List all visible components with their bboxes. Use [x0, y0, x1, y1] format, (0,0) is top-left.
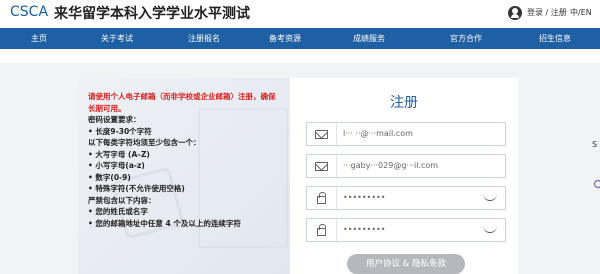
- email-value: l··· ··@···mail.com: [343, 129, 413, 138]
- rule-line: • 长度9-30个字符: [88, 126, 152, 136]
- register-form: 注册 l··· ··@···mail.com ···gaby···029@g··…: [290, 78, 518, 274]
- agreement-button[interactable]: 用户协议 & 隐私条款: [347, 254, 465, 274]
- nav-item-official-partners[interactable]: 官方合作: [431, 28, 501, 49]
- rule-line: • 小写字母(a-z): [88, 161, 145, 170]
- user-icon: [508, 6, 522, 20]
- lock-icon: [307, 187, 337, 209]
- nav-item-prep-resources[interactable]: 备考资源: [250, 28, 320, 49]
- rule-line: 密码设置要求：: [88, 115, 141, 124]
- side-widget-icon[interactable]: [594, 180, 600, 188]
- eye-closed-icon[interactable]: [483, 226, 497, 233]
- side-widget-label[interactable]: S: [592, 140, 597, 149]
- confirm-password-field[interactable]: •••••••••: [306, 218, 506, 242]
- rule-line: • 大写字母 (A–Z): [88, 149, 150, 159]
- password-field[interactable]: •••••••••: [306, 186, 506, 210]
- rule-line: • 您的邮箱地址中任意 4 个及以上的连续字符: [88, 218, 241, 228]
- confirm-email-field[interactable]: ···gaby···029@g···il.com: [306, 154, 506, 178]
- email-field[interactable]: l··· ··@···mail.com: [306, 122, 506, 146]
- confirm-password-value: •••••••••: [343, 225, 386, 234]
- rule-line: • 特殊字符(不允许使用空格): [88, 184, 185, 193]
- password-value: •••••••••: [343, 193, 386, 202]
- form-title: 注册: [390, 95, 418, 111]
- lock-icon: [307, 219, 337, 241]
- nav-item-about-exam[interactable]: 关于考试: [82, 28, 152, 49]
- logo[interactable]: CSCA: [10, 4, 48, 20]
- email-warning: 请使用个人电子邮箱（而非学校或企业邮箱）注册，确保长期可用。: [88, 92, 276, 113]
- rule-line: • 数字(0-9): [88, 172, 131, 182]
- nav-item-admissions[interactable]: 招生信息: [520, 28, 590, 49]
- rule-line: 以下每类字符均须至少包含一个：: [88, 138, 201, 147]
- mail-icon: [307, 123, 337, 145]
- site-title: 来华留学本科入学学业水平测试: [54, 6, 250, 22]
- main-nav: 主页 关于考试 注册报名 备考资源 成绩服务 官方合作 招生信息: [0, 28, 600, 49]
- mail-icon: [307, 155, 337, 177]
- nav-item-score-services[interactable]: 成绩服务: [334, 28, 404, 49]
- login-register-link[interactable]: 登录 / 注册: [527, 7, 567, 18]
- top-bar: CSCA 来华留学本科入学学业水平测试 登录 / 注册 中/EN: [0, 0, 600, 28]
- rule-line: • 您的姓氏或名字: [88, 207, 148, 216]
- password-rules-panel: 请使用个人电子邮箱（而非学校或企业邮箱）注册，确保长期可用。 密码设置要求： •…: [78, 78, 290, 274]
- nav-spacer-band: [0, 49, 600, 63]
- nav-item-registration[interactable]: 注册报名: [169, 28, 239, 49]
- nav-item-home[interactable]: 主页: [4, 28, 74, 49]
- language-switch[interactable]: 中/EN: [570, 7, 592, 18]
- notice-text: 请使用个人电子邮箱（而非学校或企业邮箱）注册，确保长期可用。 密码设置要求： •…: [88, 91, 278, 229]
- eye-closed-icon[interactable]: [483, 194, 497, 201]
- confirm-email-value: ···gaby···029@g···il.com: [343, 161, 439, 170]
- rule-line: 严禁包含以下内容：: [88, 195, 156, 205]
